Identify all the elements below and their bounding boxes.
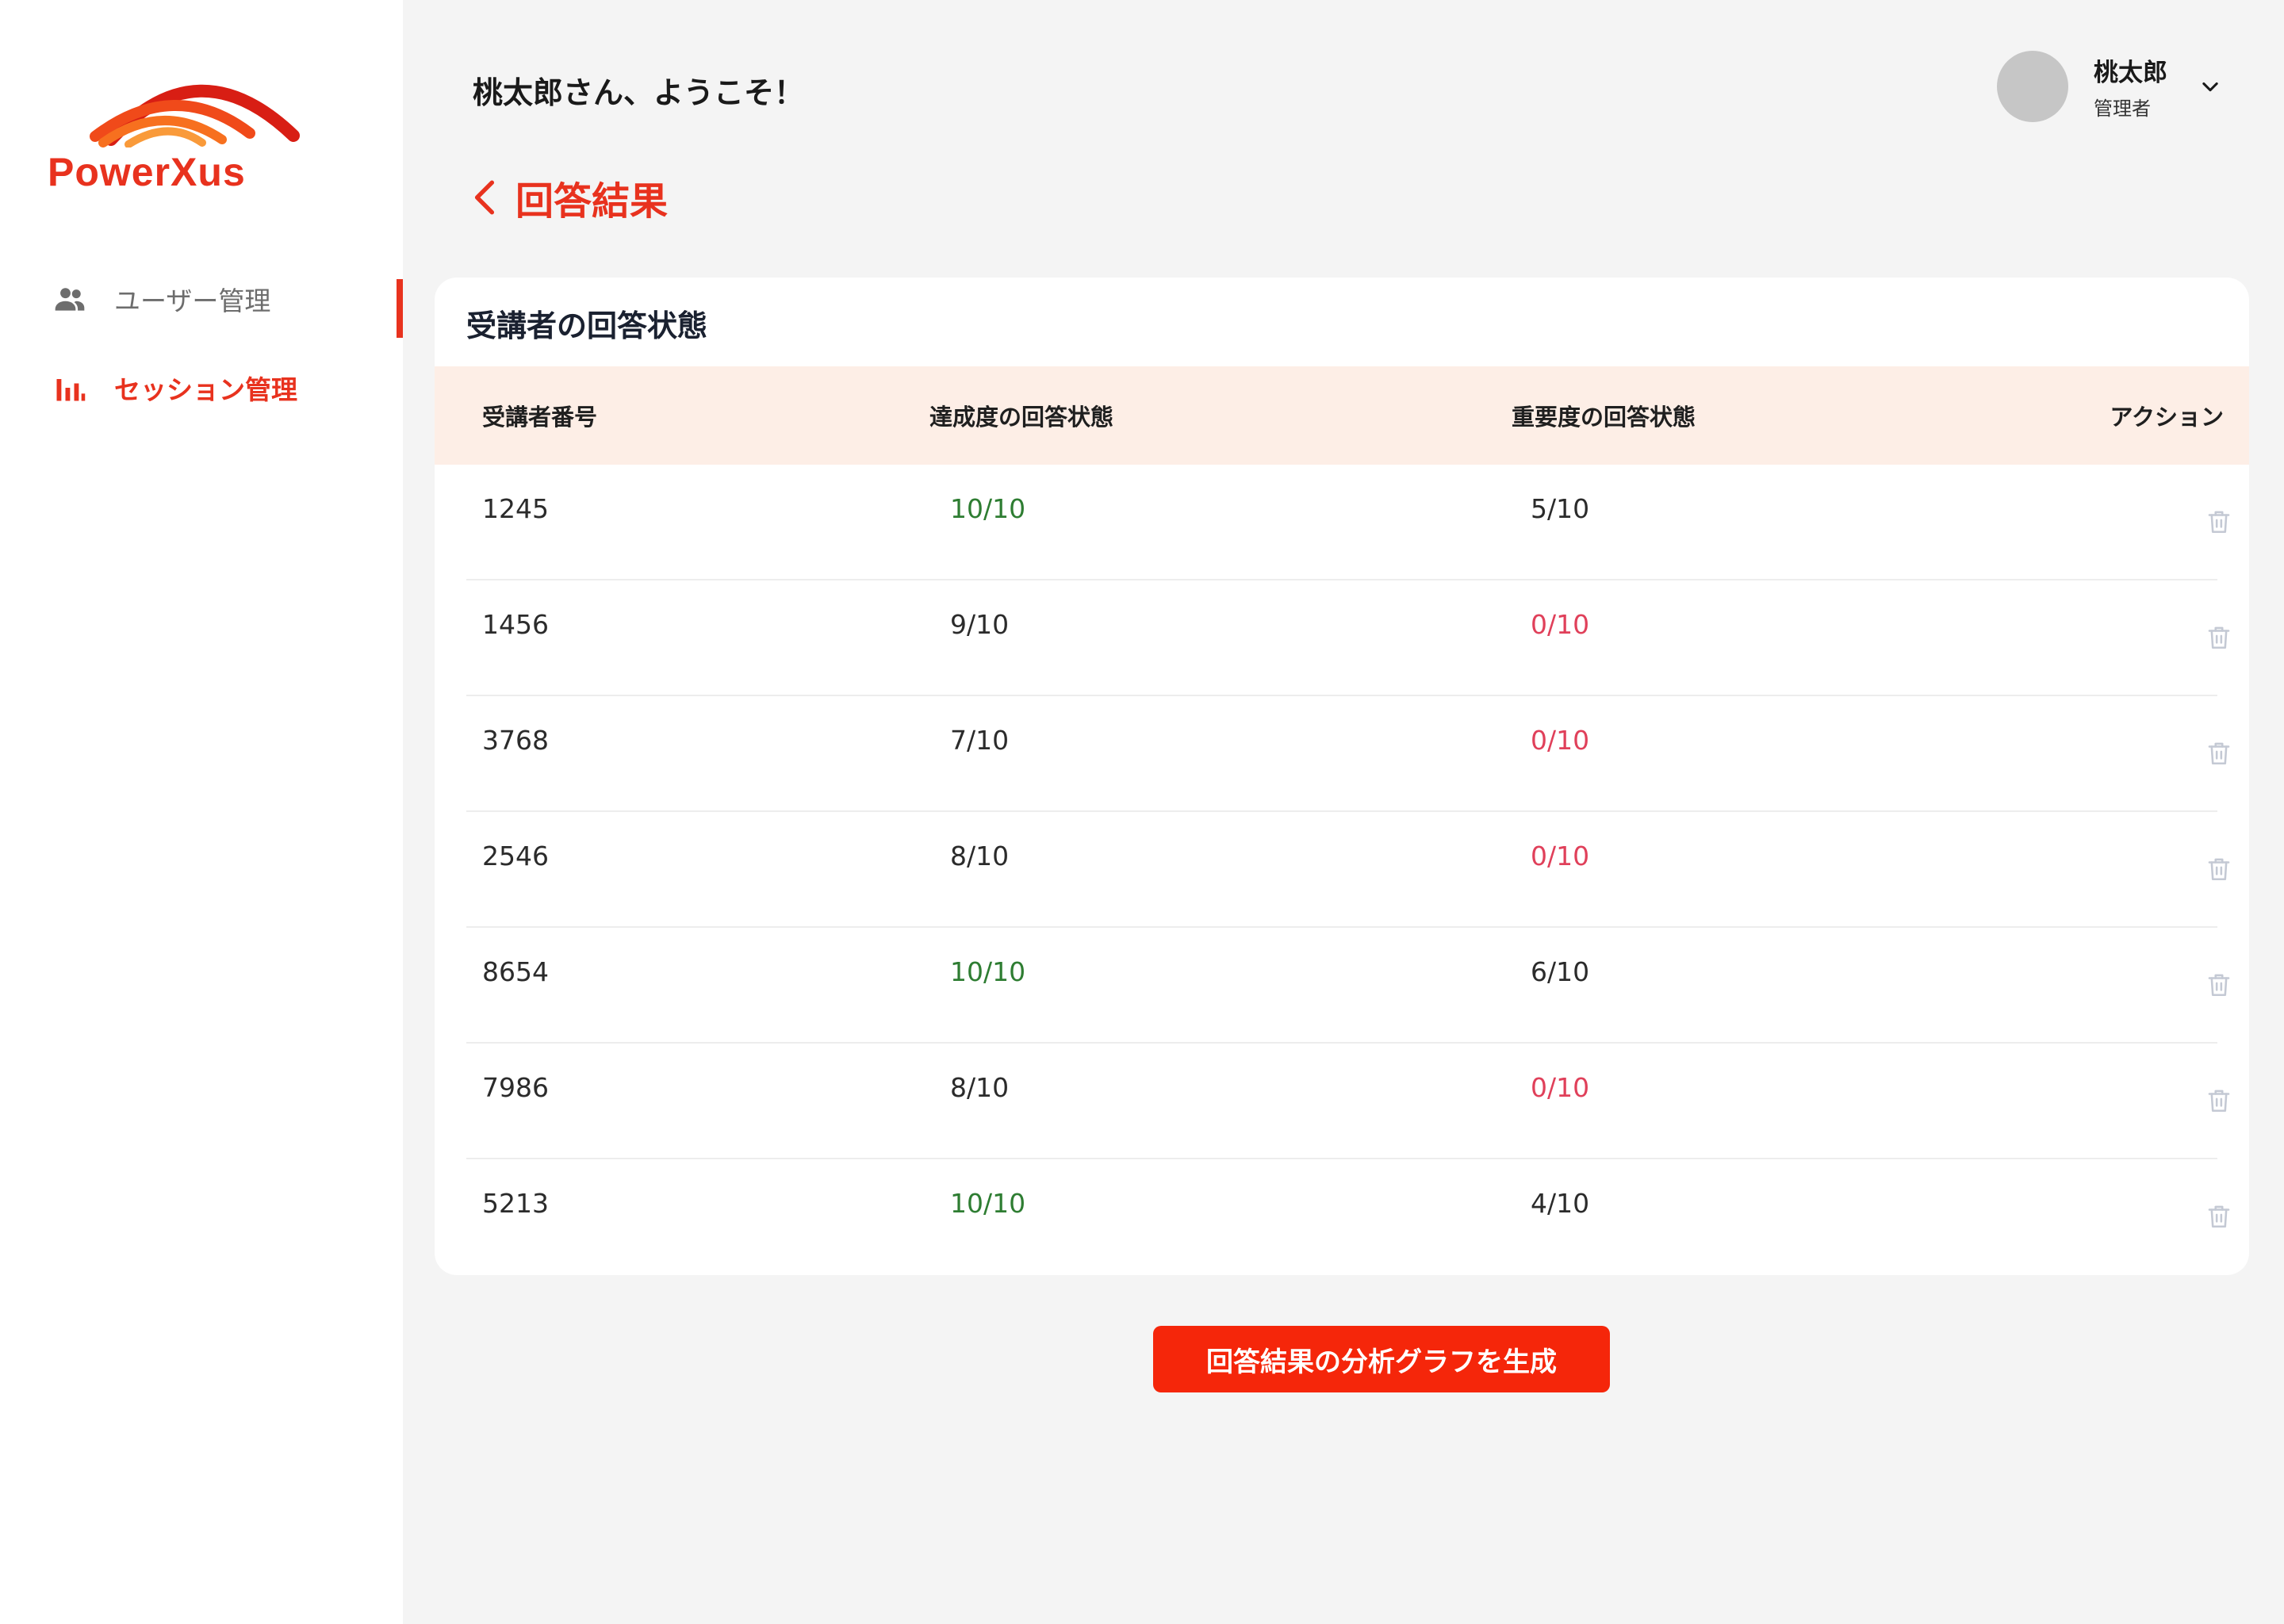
table-row: 7986 8/10 0/10 [466,1044,2230,1159]
trash-icon[interactable] [2203,622,2235,653]
chevron-down-icon[interactable] [2196,72,2225,101]
student-number-cell: 3768 [482,725,549,756]
avatar[interactable] [1997,51,2068,122]
achievement-status-cell: 7/10 [950,725,1010,756]
sidebar: PowerXus ユーザー管理 セッション管理 [0,0,403,1624]
table-row: 5213 10/10 4/10 [466,1159,2230,1275]
column-header-achievement: 達成度の回答状態 [929,404,1114,431]
user-name: 桃太郎 [2094,59,2167,87]
table-row: 8654 10/10 6/10 [466,928,2230,1044]
achievement-status-cell: 8/10 [950,841,1010,871]
users-icon [52,282,87,316]
powerxus-logo[interactable]: PowerXus [48,60,325,203]
achievement-status-cell: 10/10 [950,956,1026,987]
achievement-status-cell: 9/10 [950,609,1010,640]
welcome-message: 桃太郎さん、ようこそ！ [473,75,805,110]
importance-status-cell: 0/10 [1531,609,1590,640]
trash-icon[interactable] [2203,853,2235,885]
student-number-cell: 7986 [482,1072,549,1103]
importance-status-cell: 4/10 [1531,1188,1590,1219]
sidebar-item-label: ユーザー管理 [114,285,271,316]
achievement-status-cell: 8/10 [950,1072,1010,1103]
table-row: 1456 9/10 0/10 [466,580,2230,696]
user-role: 管理者 [2094,98,2151,120]
importance-status-cell: 0/10 [1531,841,1590,871]
bar-chart-icon [52,370,87,405]
importance-status-cell: 0/10 [1531,1072,1590,1103]
student-number-cell: 2546 [482,841,549,871]
student-number-cell: 1456 [482,609,549,640]
chevron-left-icon[interactable] [469,175,501,220]
table-body: 1245 10/10 5/10 1456 9/10 0/10 3768 7/10… [466,465,2230,1275]
student-number-cell: 5213 [482,1188,549,1219]
sidebar-nav: ユーザー管理 セッション管理 [0,273,403,450]
sidebar-item-label: セッション管理 [114,374,297,405]
sidebar-item-session-management[interactable]: セッション管理 [0,362,403,414]
generate-analysis-graph-button[interactable]: 回答結果の分析グラフを生成 [1153,1326,1610,1392]
column-header-action: アクション [2110,404,2224,431]
user-menu[interactable]: 桃太郎 管理者 [1997,51,2225,122]
importance-status-cell: 0/10 [1531,725,1590,756]
importance-status-cell: 6/10 [1531,956,1590,987]
trash-icon[interactable] [2203,737,2235,769]
response-status-card: 受講者の回答状態 受講者番号 達成度の回答状態 重要度の回答状態 アクション 1… [435,278,2249,1275]
achievement-status-cell: 10/10 [950,493,1026,524]
column-header-student-number: 受講者番号 [482,404,598,431]
page-title: 回答結果 [515,179,669,224]
achievement-status-cell: 10/10 [950,1188,1026,1219]
column-header-importance: 重要度の回答状態 [1512,404,1696,431]
card-title: 受講者の回答状態 [466,308,708,343]
table-row: 1245 10/10 5/10 [466,465,2230,580]
page-header: 回答結果 [469,170,668,225]
table-row: 2546 8/10 0/10 [466,812,2230,928]
student-number-cell: 1245 [482,493,549,524]
trash-icon[interactable] [2203,1201,2235,1232]
trash-icon[interactable] [2203,506,2235,538]
logo-text: PowerXus [48,150,246,194]
student-number-cell: 8654 [482,956,549,987]
logo-arcs [90,84,300,147]
table-header: 受講者番号 達成度の回答状態 重要度の回答状態 アクション [435,366,2249,465]
importance-status-cell: 5/10 [1531,493,1590,524]
user-info: 桃太郎 管理者 [2094,52,2167,121]
sidebar-item-user-management[interactable]: ユーザー管理 [0,273,403,325]
table-row: 3768 7/10 0/10 [466,696,2230,812]
trash-icon[interactable] [2203,1085,2235,1116]
trash-icon[interactable] [2203,969,2235,1001]
